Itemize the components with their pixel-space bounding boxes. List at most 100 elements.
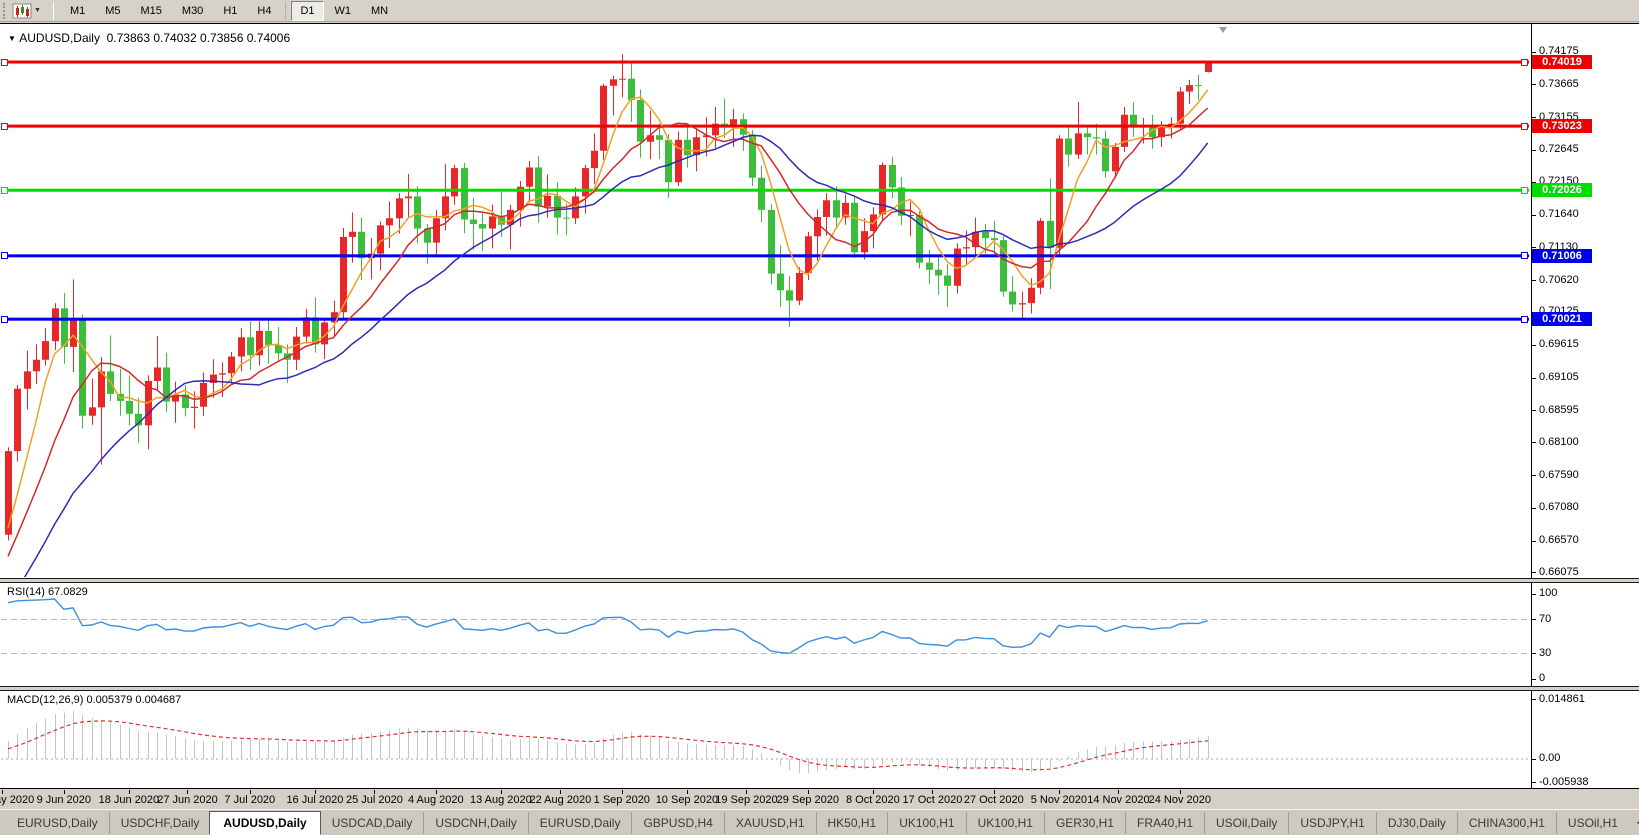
chart-tab-usoil-daily[interactable]: USOil,Daily xyxy=(1204,812,1288,834)
price-axis-label: 0.69615 xyxy=(1539,338,1579,350)
price-axis-border xyxy=(1531,24,1532,789)
price-axis-label: 0.72645 xyxy=(1539,143,1579,155)
date-axis[interactable]: 30 May 20209 Jun 202018 Jun 202027 Jun 2… xyxy=(0,790,1639,809)
macd-axis-label: 0.014861 xyxy=(1539,693,1585,705)
chart-tab-usdcad-daily[interactable]: USDCAD,Daily xyxy=(320,812,424,834)
macd-axis-tick xyxy=(1532,782,1536,783)
line-handle[interactable] xyxy=(1521,187,1528,194)
rsi-axis-label: 0 xyxy=(1539,672,1545,684)
timeframe-button-m1[interactable]: M1 xyxy=(61,1,94,21)
line-handle[interactable] xyxy=(1521,59,1528,66)
toolbar: ▼ M1M5M15M30H1H4 D1W1MN xyxy=(0,0,1639,22)
line-handle[interactable] xyxy=(1,123,8,130)
rsi-axis-label: 70 xyxy=(1539,613,1551,625)
chart-title-caret-icon: ▼ xyxy=(8,34,16,43)
chart-symbol-period: AUDUSD,Daily xyxy=(19,31,100,45)
timeframe-button-m15[interactable]: M15 xyxy=(132,1,171,21)
price-axis-tick xyxy=(1532,280,1536,281)
chart-tab-uk100-h1[interactable]: UK100,H1 xyxy=(966,812,1044,834)
chart-tab-dj30-daily[interactable]: DJ30,Daily xyxy=(1376,812,1457,834)
chart-type-icon[interactable] xyxy=(12,3,32,19)
rsi-axis-label: 100 xyxy=(1539,587,1557,599)
macd-axis-tick xyxy=(1532,699,1536,700)
line-handle[interactable] xyxy=(1521,123,1528,130)
price-axis-label: 0.69105 xyxy=(1539,371,1579,383)
chart-tab-eurusd-daily[interactable]: EURUSD,Daily xyxy=(6,812,109,834)
price-axis-tick xyxy=(1532,541,1536,542)
timeframe-button-d1[interactable]: D1 xyxy=(291,1,323,21)
price-axis-tick xyxy=(1532,52,1536,53)
chart-tab-audusd-daily[interactable]: AUDUSD,Daily xyxy=(209,811,320,835)
timeframe-button-w1[interactable]: W1 xyxy=(326,1,361,21)
line-handle[interactable] xyxy=(1,252,8,259)
price-level-badge: 0.72026 xyxy=(1532,183,1592,197)
price-axis-tick xyxy=(1532,475,1536,476)
price-axis-tick xyxy=(1532,410,1536,411)
chart-tab-eurusd-daily[interactable]: EURUSD,Daily xyxy=(528,812,632,834)
chart-ohlc-values: 0.73863 0.74032 0.73856 0.74006 xyxy=(107,31,291,45)
chart-tab-xauusd-h1[interactable]: XAUUSD,H1 xyxy=(724,812,816,834)
price-axis-label: 0.71640 xyxy=(1539,208,1579,220)
price-axis-tick xyxy=(1532,442,1536,443)
rsi-axis-tick xyxy=(1532,653,1536,654)
line-handle[interactable] xyxy=(1,59,8,66)
timeframe-button-m5[interactable]: M5 xyxy=(96,1,129,21)
panel-splitter-macd[interactable] xyxy=(0,686,1639,691)
timeframe-button-h4[interactable]: H4 xyxy=(248,1,280,21)
price-axis-label: 0.70620 xyxy=(1539,274,1579,286)
rsi-axis-tick xyxy=(1532,679,1536,680)
chart-tab-gbpusd-h4[interactable]: GBPUSD,H4 xyxy=(631,812,723,834)
toolbar-divider xyxy=(285,2,286,20)
price-level-badge: 0.73023 xyxy=(1532,119,1592,133)
chart-tab-hk50-h1[interactable]: HK50,H1 xyxy=(816,812,888,834)
toolbar-grip[interactable] xyxy=(3,3,8,19)
rsi-axis-tick xyxy=(1532,619,1536,620)
macd-axis-tick xyxy=(1532,759,1536,760)
macd-indicator-label: MACD(12,26,9) 0.005379 0.004687 xyxy=(7,694,181,706)
chart-tab-fra40-h1[interactable]: FRA40,H1 xyxy=(1125,812,1204,834)
price-axis-tick xyxy=(1532,84,1536,85)
line-handle[interactable] xyxy=(1,187,8,194)
line-handle[interactable] xyxy=(1521,316,1528,323)
price-level-badge: 0.74019 xyxy=(1532,55,1592,69)
price-axis-tick xyxy=(1532,150,1536,151)
line-handle[interactable] xyxy=(1,316,8,323)
price-axis-label: 0.73665 xyxy=(1539,78,1579,90)
chart-shift-marker-icon xyxy=(1219,27,1227,33)
price-axis-tick xyxy=(1532,378,1536,379)
toolbar-separator xyxy=(53,2,54,20)
price-axis-label: 0.66075 xyxy=(1539,566,1579,578)
chart-tab-usdcnh-daily[interactable]: USDCNH,Daily xyxy=(423,812,527,834)
price-axis-tick xyxy=(1532,572,1536,573)
chart-type-dropdown-arrow-icon[interactable]: ▼ xyxy=(34,7,41,14)
date-axis-label: 24 Nov 2020 xyxy=(1140,794,1220,806)
timeframe-button-h1[interactable]: H1 xyxy=(214,1,246,21)
rsi-axis-tick xyxy=(1532,594,1536,595)
timeframe-button-row: M1M5M15M30H1H4 D1W1MN xyxy=(60,1,398,21)
chart-tab-usoil-h1[interactable]: USOil,H1 xyxy=(1556,812,1629,834)
rsi-axis-label: 30 xyxy=(1539,647,1551,659)
price-axis-tick xyxy=(1532,345,1536,346)
tab-scroll-left-icon[interactable]: ◄ xyxy=(1635,818,1639,827)
timeframe-button-m30[interactable]: M30 xyxy=(173,1,212,21)
price-axis-tick xyxy=(1532,215,1536,216)
chart-tab-bar: EURUSD,DailyUSDCHF,DailyAUDUSD,DailyUSDC… xyxy=(0,809,1639,835)
macd-axis-label: -0.005938 xyxy=(1539,776,1589,788)
rsi-indicator-label: RSI(14) 67.0829 xyxy=(7,586,88,598)
chart-tab-ger30-h1[interactable]: GER30,H1 xyxy=(1044,812,1125,834)
price-axis-label: 0.68595 xyxy=(1539,404,1579,416)
chart-tab-usdjpy-h1[interactable]: USDJPY,H1 xyxy=(1288,812,1375,834)
chart-title: ▼ AUDUSD,Daily 0.73863 0.74032 0.73856 0… xyxy=(8,31,290,45)
timeframe-button-mn[interactable]: MN xyxy=(362,1,397,21)
price-axis-label: 0.68100 xyxy=(1539,436,1579,448)
price-axis-label: 0.67080 xyxy=(1539,501,1579,513)
price-axis-label: 0.66570 xyxy=(1539,534,1579,546)
chart-area[interactable] xyxy=(0,23,1639,789)
price-axis-tick xyxy=(1532,508,1536,509)
price-level-badge: 0.70021 xyxy=(1532,312,1592,326)
chart-tab-china300-h1[interactable]: CHINA300,H1 xyxy=(1457,812,1556,834)
chart-tab-uk100-h1[interactable]: UK100,H1 xyxy=(887,812,965,834)
chart-tab-usdchf-daily[interactable]: USDCHF,Daily xyxy=(109,812,211,834)
line-handle[interactable] xyxy=(1521,252,1528,259)
panel-splitter-rsi[interactable] xyxy=(0,578,1639,583)
